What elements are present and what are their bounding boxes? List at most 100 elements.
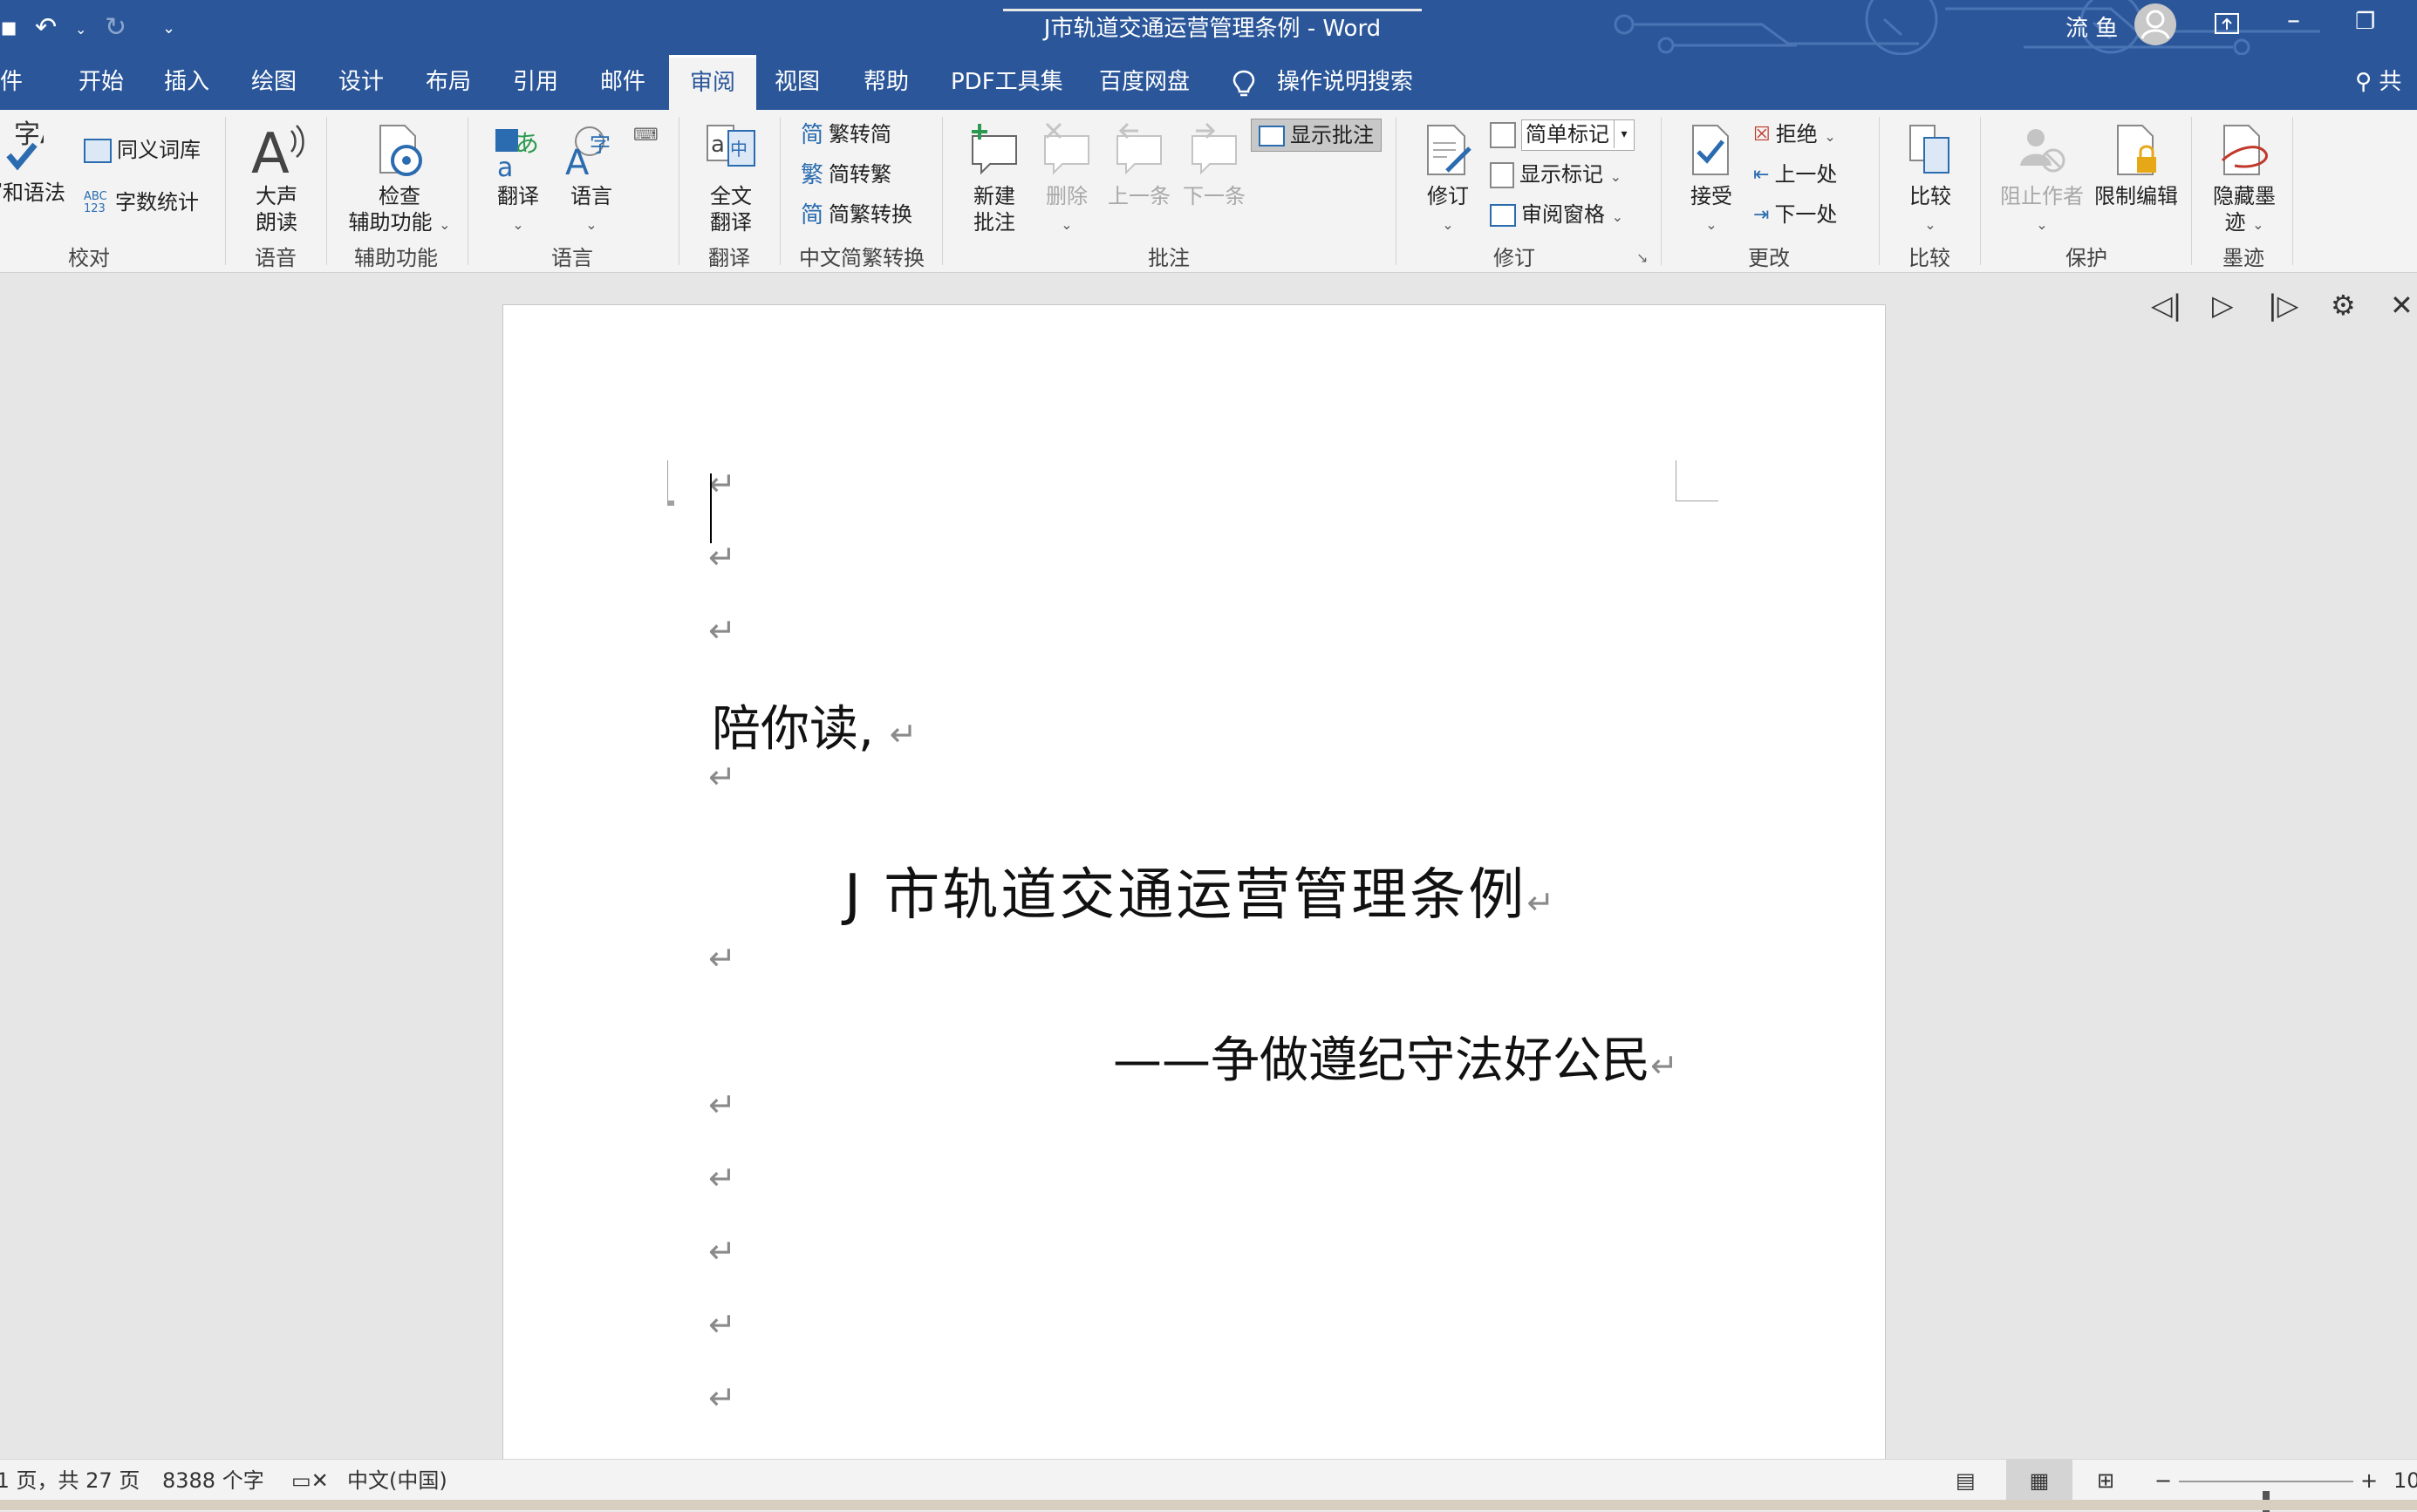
- previous-paragraph-icon[interactable]: ◁|: [2151, 289, 2181, 322]
- next-comment-label: 下一条: [1183, 184, 1246, 208]
- show-markup-button[interactable]: 显示标记 ⌄: [1490, 159, 1622, 190]
- chevron-down-icon: ⌄: [1611, 208, 1624, 225]
- tab-pdf-tools[interactable]: PDF工具集: [951, 55, 1063, 110]
- read-mode-icon[interactable]: ▤: [1956, 1460, 1976, 1502]
- previous-comment-button[interactable]: 上一条: [1103, 122, 1176, 209]
- tab-design[interactable]: 设计: [338, 55, 384, 110]
- dialog-launcher-icon[interactable]: ↘: [1636, 249, 1648, 266]
- zoom-in-button[interactable]: +: [2360, 1460, 2378, 1502]
- user-name[interactable]: 流 鱼: [2065, 10, 2118, 43]
- document-area[interactable]: ↵ ↵ ↵ 陪你读, ↵ ↵ J 市轨道交通运营管理条例↵ ↵ ——争做遵纪守法…: [0, 273, 2417, 1459]
- language-button[interactable]: A 字 语言 ⌄: [558, 122, 625, 238]
- tab-review[interactable]: 审阅: [669, 55, 757, 112]
- print-layout-icon[interactable]: ▦: [2006, 1460, 2072, 1502]
- group-separator: [326, 117, 327, 265]
- hide-ink-button[interactable]: 隐藏墨 迹 ⌄: [2205, 122, 2284, 238]
- read-aloud-button[interactable]: A 大声 朗读: [239, 122, 314, 235]
- page-count[interactable]: 第 1 页，共 27 页: [0, 1460, 140, 1502]
- tab-file[interactable]: 文件: [0, 55, 23, 110]
- previous-change-label: 上一处: [1774, 162, 1838, 187]
- restrict-editing-button[interactable]: 限制编辑: [2088, 122, 2184, 209]
- tab-view[interactable]: 视图: [775, 55, 820, 110]
- show-comments-button[interactable]: 显示批注: [1251, 119, 1382, 152]
- reviewing-pane-button[interactable]: 审阅窗格 ⌄: [1490, 199, 1623, 230]
- translate-document-button[interactable]: a 中 全文 翻译: [694, 122, 768, 235]
- language-status[interactable]: 中文(中国): [347, 1460, 447, 1502]
- proofing-status-icon[interactable]: ▭✕: [291, 1460, 329, 1502]
- group-separator: [2191, 117, 2192, 265]
- tab-baidu-netdisk[interactable]: 百度网盘: [1099, 55, 1190, 110]
- share-button[interactable]: ⚲ 共享: [2355, 55, 2417, 150]
- new-comment-button[interactable]: 新建 批注: [959, 122, 1029, 235]
- delete-comment-button[interactable]: 删除 ⌄: [1036, 122, 1097, 238]
- undo-dropdown-icon[interactable]: ⌄: [75, 21, 86, 37]
- read-aloud-label-2: 朗读: [256, 210, 297, 235]
- next-change-button[interactable]: ⇥ 下一处: [1753, 199, 1837, 230]
- redo-icon[interactable]: ↻: [105, 12, 126, 43]
- hide-ink-icon: [2221, 125, 2268, 175]
- compare-button[interactable]: 比较 ⌄: [1893, 122, 1968, 238]
- window-title: J市轨道交通运营管理条例 - Word: [1003, 9, 1422, 50]
- tab-help[interactable]: 帮助: [864, 55, 909, 110]
- thesaurus-button[interactable]: 同义词库: [84, 134, 201, 166]
- group-label-comments: 批注: [1148, 246, 1190, 270]
- accept-button[interactable]: 接受 ⌄: [1676, 122, 1746, 238]
- customize-qat-icon[interactable]: ⌄: [162, 19, 175, 37]
- tell-me-search[interactable]: 操作说明搜索: [1277, 55, 1413, 110]
- tab-mailings[interactable]: 邮件: [600, 55, 645, 110]
- paragraph-mark: ↵: [708, 1232, 736, 1270]
- new-comment-label-2: 批注: [973, 210, 1015, 235]
- translate-button[interactable]: あ a 翻译 ⌄: [485, 122, 551, 238]
- restore-button[interactable]: ❐: [2355, 9, 2375, 35]
- close-icon[interactable]: ✕: [2390, 289, 2414, 322]
- document-title[interactable]: J 市轨道交通运营管理条例↵: [844, 850, 1557, 930]
- chevron-down-icon: ⌄: [585, 216, 597, 233]
- tab-home[interactable]: 开始: [79, 55, 124, 110]
- track-changes-button[interactable]: 修订 ⌄: [1413, 122, 1483, 238]
- greeting-line[interactable]: 陪你读, ↵: [712, 690, 917, 760]
- undo-icon[interactable]: ↶: [35, 12, 57, 43]
- tab-draw[interactable]: 绘图: [251, 55, 297, 110]
- zoom-level[interactable]: 100%: [2393, 1460, 2417, 1502]
- simplified-char-icon: 简: [801, 122, 824, 148]
- next-comment-icon: [1191, 122, 1237, 175]
- next-comment-button[interactable]: 下一条: [1178, 122, 1251, 209]
- traditional-char-icon: 繁: [801, 162, 824, 188]
- tab-layout[interactable]: 布局: [426, 55, 471, 110]
- simplified-to-traditional-button[interactable]: 繁简转繁: [801, 159, 891, 190]
- ribbon-display-icon[interactable]: [2214, 12, 2240, 35]
- tab-insert[interactable]: 插入: [164, 55, 209, 110]
- traditional-to-simplified-button[interactable]: 简繁转简: [801, 119, 891, 150]
- save-icon[interactable]: ▪: [0, 12, 17, 43]
- word-count[interactable]: 8388 个字: [162, 1460, 264, 1502]
- word-count-button[interactable]: ABC 123 字数统计: [84, 187, 199, 218]
- avatar[interactable]: [2134, 3, 2176, 45]
- reject-button[interactable]: ☒ 拒绝 ⌄: [1753, 119, 1836, 150]
- zoom-out-button[interactable]: −: [2154, 1460, 2172, 1502]
- keyboard-icon[interactable]: ⌨: [633, 124, 659, 145]
- previous-change-button[interactable]: ⇤ 上一处: [1753, 159, 1837, 190]
- paragraph-mark: ↵: [708, 538, 736, 576]
- crop-mark: [1676, 460, 1718, 501]
- document-subtitle-text: ——争做遵纪守法好公民: [1113, 1032, 1650, 1089]
- check-accessibility-button[interactable]: 检查 辅助功能 ⌄: [338, 122, 461, 238]
- markup-mode-dropdown[interactable]: 简单标记 ▾: [1521, 119, 1635, 151]
- zoom-slider[interactable]: [2179, 1481, 2353, 1512]
- tab-references[interactable]: 引用: [513, 55, 558, 110]
- reading-settings-icon[interactable]: ⚙: [2331, 289, 2356, 322]
- web-layout-icon[interactable]: ⊞: [2097, 1460, 2114, 1502]
- block-authors-icon: [2020, 129, 2065, 173]
- to-traditional-label: 简转繁: [829, 162, 892, 187]
- chinese-conversion-button[interactable]: 简简繁转换: [801, 199, 912, 230]
- markup-mode-select[interactable]: 简单标记 ▾: [1490, 119, 1635, 151]
- block-authors-button[interactable]: 阻止作者 ⌄: [1994, 122, 2090, 238]
- group-label-ink: 墨迹: [2222, 246, 2264, 270]
- restrict-editing-label: 限制编辑: [2094, 184, 2178, 208]
- document-subtitle[interactable]: ——争做遵纪守法好公民↵: [1113, 1021, 1678, 1092]
- next-paragraph-icon[interactable]: |▷: [2268, 289, 2298, 322]
- paragraph-mark: ↵: [708, 1379, 736, 1417]
- translate-document-icon: a 中: [707, 125, 755, 167]
- spelling-grammar-button[interactable]: 字A 拼写和语法: [0, 120, 70, 206]
- play-icon[interactable]: ▷: [2212, 289, 2234, 322]
- minimize-button[interactable]: –: [2287, 5, 2300, 36]
